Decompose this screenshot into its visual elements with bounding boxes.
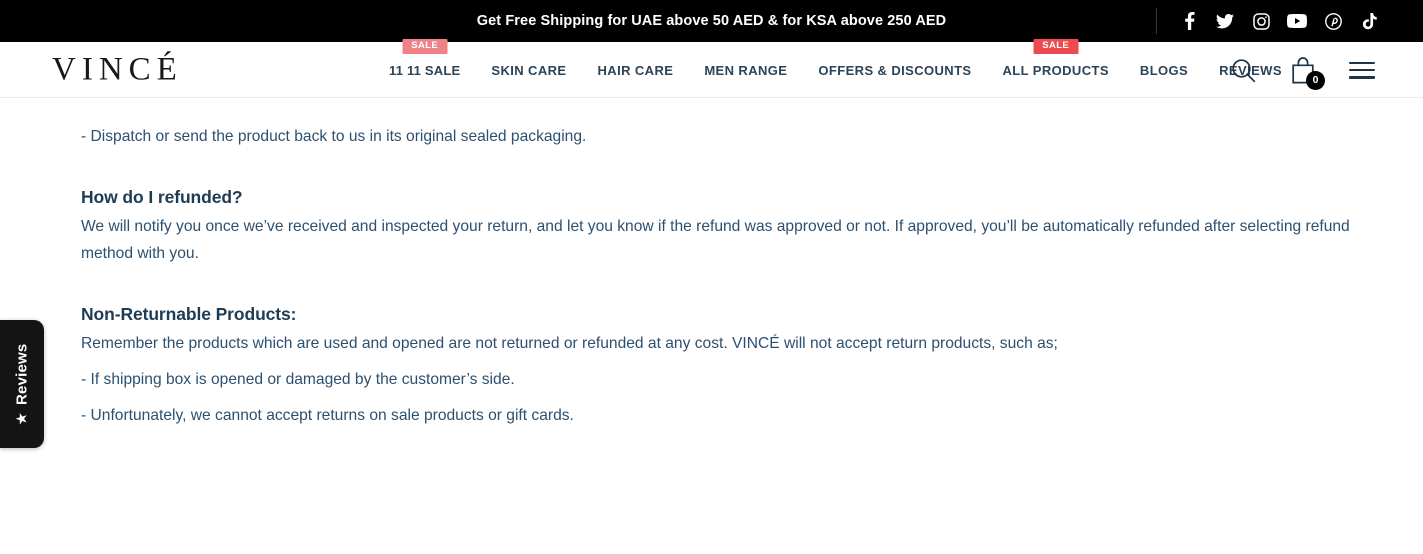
sale-badge: SALE <box>402 38 448 54</box>
reviews-side-tab[interactable]: ★ Reviews <box>0 320 44 448</box>
page-content: - Dispatch or send the product back to u… <box>0 98 1423 429</box>
site-header: VINCÉ SALE 11 11 SALE SKIN CARE HAIR CAR… <box>0 38 1423 98</box>
instagram-icon[interactable] <box>1251 11 1271 31</box>
nav-label: MEN RANGE <box>704 62 788 78</box>
announcement-bar: Get Free Shipping for UAE above 50 AED &… <box>0 0 1423 42</box>
nav-label: HAIR CARE <box>597 62 674 78</box>
search-icon[interactable] <box>1230 57 1257 84</box>
hamburger-menu-icon[interactable] <box>1349 61 1375 79</box>
paragraph-refund-process: We will notify you once we’ve received a… <box>81 218 1350 262</box>
bullet-shipping-box: - If shipping box is opened or damaged b… <box>81 371 515 388</box>
social-links <box>1156 0 1379 42</box>
facebook-icon[interactable] <box>1179 11 1199 31</box>
header-actions: 0 <box>1230 42 1375 98</box>
nav-item-skin-care[interactable]: SKIN CARE <box>491 59 566 82</box>
nav-item-men-range[interactable]: MEN RANGE <box>704 59 787 82</box>
reviews-tab-label: Reviews <box>13 343 31 405</box>
burger-line <box>1349 76 1375 79</box>
burger-line <box>1349 68 1375 72</box>
announcement-text: Get Free Shipping for UAE above 50 AED &… <box>476 13 947 29</box>
social-divider <box>1156 8 1157 34</box>
site-logo[interactable]: VINCÉ <box>52 53 183 86</box>
burger-line <box>1349 61 1375 64</box>
main-navigation: SALE 11 11 SALE SKIN CARE HAIR CARE MEN … <box>389 38 1282 98</box>
paragraph-non-returnable: Remember the products which are used and… <box>81 335 1058 352</box>
cart-count-badge: 0 <box>1306 70 1325 90</box>
nav-item-all-products[interactable]: SALE ALL PRODUCTS <box>1002 38 1109 82</box>
nav-item-hair-care[interactable]: HAIR CARE <box>598 59 674 82</box>
bullet-dispatch: - Dispatch or send the product back to u… <box>81 128 587 145</box>
star-icon: ★ <box>13 411 31 425</box>
heading-how-do-i-refunded: How do I refunded? <box>81 187 243 207</box>
nav-label: OFFERS & DISCOUNTS <box>818 62 972 78</box>
nav-item-blogs[interactable]: BLOGS <box>1140 59 1188 82</box>
tiktok-icon[interactable] <box>1359 11 1379 31</box>
nav-label: ALL PRODUCTS <box>1002 62 1109 78</box>
youtube-icon[interactable] <box>1287 11 1307 31</box>
nav-item-offers-discounts[interactable]: OFFERS & DISCOUNTS <box>818 59 971 82</box>
reviews-tab-inner: ★ Reviews <box>14 343 31 425</box>
nav-label: SKIN CARE <box>491 62 567 78</box>
nav-item-11-11-sale[interactable]: SALE 11 11 SALE <box>389 38 461 82</box>
pinterest-icon[interactable] <box>1323 11 1343 31</box>
heading-non-returnable-products: Non-Returnable Products: <box>81 304 297 324</box>
sale-badge: SALE <box>1033 38 1079 54</box>
nav-label: 11 11 SALE <box>389 62 461 78</box>
cart-icon[interactable]: 0 <box>1290 56 1325 90</box>
nav-label: BLOGS <box>1139 62 1189 78</box>
twitter-icon[interactable] <box>1215 11 1235 31</box>
bullet-sale-products: - Unfortunately, we cannot accept return… <box>81 407 574 424</box>
